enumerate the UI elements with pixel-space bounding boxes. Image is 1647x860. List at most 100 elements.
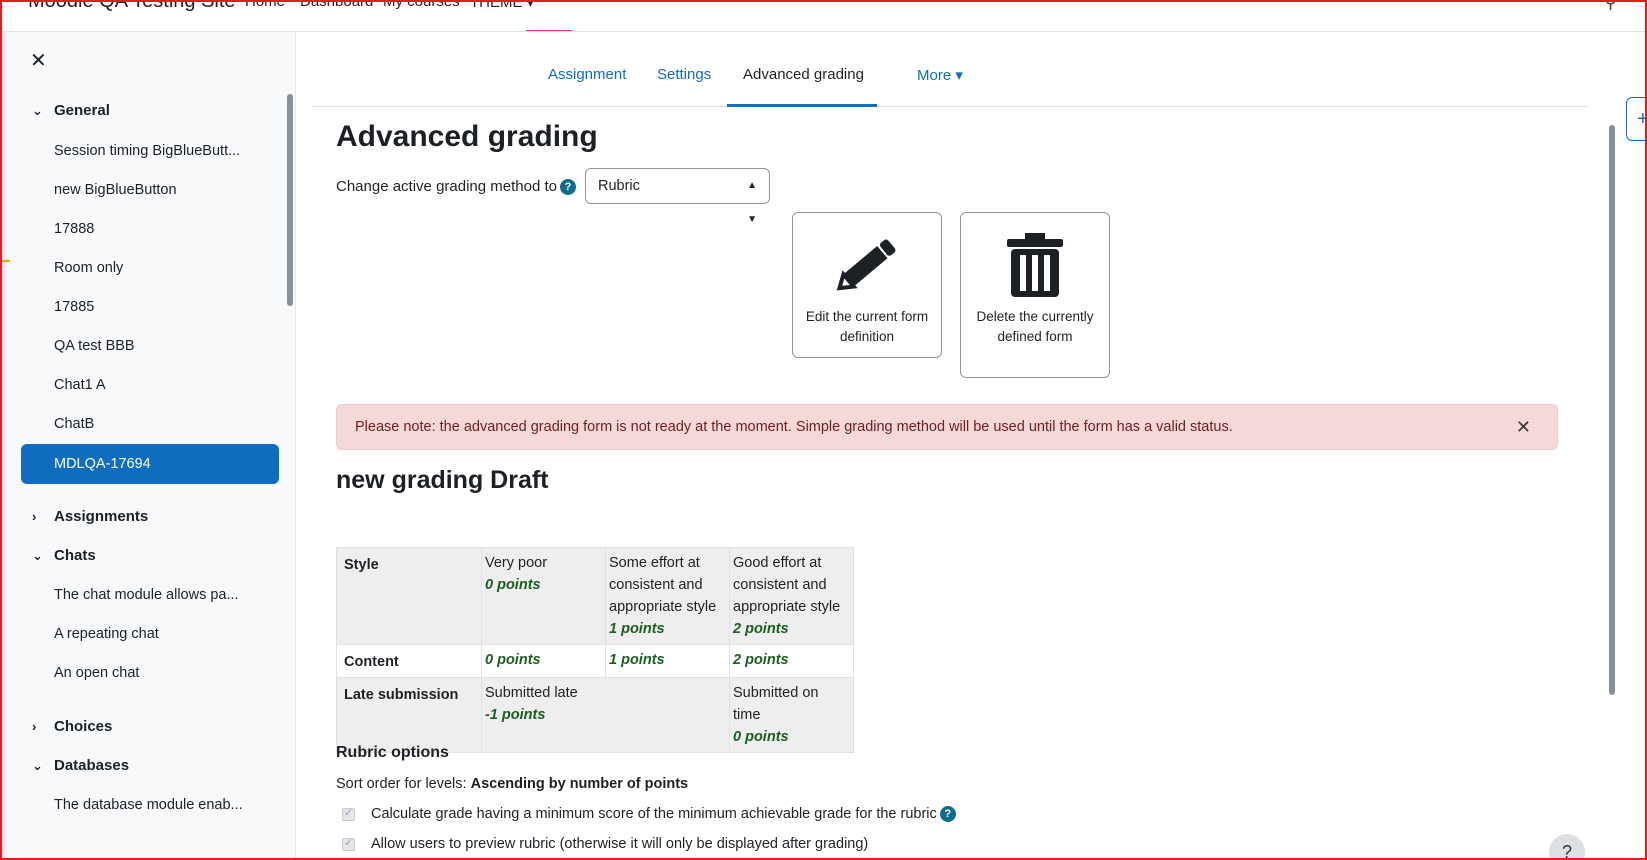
- level-definition: Submitted on time: [733, 685, 819, 723]
- nav-home[interactable]: Home: [245, 0, 285, 10]
- course-item[interactable]: new BigBlueButton: [54, 182, 177, 198]
- tab-settings[interactable]: Settings: [657, 66, 711, 83]
- close-alert-icon[interactable]: ✕: [1516, 405, 1531, 449]
- tab-assignment[interactable]: Assignment: [548, 66, 626, 83]
- sort-label: Sort order for levels:: [336, 776, 467, 792]
- course-item[interactable]: The chat module allows pa...: [54, 587, 239, 603]
- rubric-level: Some effort at consistent and appropriat…: [605, 547, 730, 645]
- level-points: 1 points: [609, 621, 665, 637]
- section-choices[interactable]: › Choices: [32, 718, 112, 735]
- course-item[interactable]: Chat1 A: [54, 377, 106, 393]
- section-databases[interactable]: ⌄ Databases: [32, 757, 129, 774]
- level-definition: Good effort at consistent and appropriat…: [733, 555, 841, 615]
- level-definition: Some effort at consistent and appropriat…: [609, 555, 717, 615]
- help-icon[interactable]: ?: [559, 178, 576, 195]
- chevron-right-icon[interactable]: ›: [32, 719, 54, 734]
- option-label: Allow users to preview rubric (otherwise…: [371, 836, 869, 852]
- course-item[interactable]: Room only: [54, 260, 123, 276]
- trash-icon: [1007, 233, 1063, 297]
- delete-form-label: Delete the currently defined form: [976, 309, 1094, 344]
- warning-alert: Please note: the advanced grading form i…: [336, 404, 1558, 450]
- select-arrows-icon: ▲ ▼: [747, 180, 757, 225]
- nav-my-courses[interactable]: My courses: [383, 0, 460, 10]
- rubric-criterion-row: Content 0 points 1 points 2 points: [336, 644, 854, 678]
- site-name[interactable]: Moodle QA Testing Site: [28, 0, 236, 13]
- main-content: Assignment Settings Advanced grading Mor…: [296, 32, 1606, 860]
- top-navbar: Moodle QA Testing Site Home Dashboard My…: [0, 0, 1647, 32]
- grading-method-label: Change active grading method to ?: [336, 178, 576, 195]
- level-definition: Submitted late: [485, 685, 578, 701]
- search-icon[interactable]: ⚲: [1604, 0, 1617, 13]
- section-chats[interactable]: ⌄ Chats: [32, 547, 96, 564]
- course-item[interactable]: QA test BBB: [54, 338, 135, 354]
- secondary-navigation: Assignment Settings Advanced grading Mor…: [312, 32, 1588, 107]
- rubric-level: Good effort at consistent and appropriat…: [729, 547, 854, 645]
- rubric-level: Submitted on time 0 points: [729, 677, 854, 753]
- alert-text: Please note: the advanced grading form i…: [355, 419, 1233, 435]
- section-label: Chats: [54, 547, 96, 564]
- level-points: 1 points: [609, 652, 665, 668]
- rubric-criterion-row: Style Very poor 0 points Some effort at …: [336, 547, 854, 645]
- course-item[interactable]: An open chat: [54, 665, 139, 681]
- close-drawer-button[interactable]: ✕: [30, 48, 47, 73]
- course-item-active[interactable]: MDLQA-17694: [21, 444, 279, 484]
- section-label: Assignments: [54, 508, 149, 525]
- rubric-level: Very poor 0 points: [481, 547, 606, 645]
- grading-method-select[interactable]: Rubric ▲ ▼: [585, 168, 770, 225]
- help-icon[interactable]: ?: [939, 806, 956, 822]
- open-block-drawer-button[interactable]: +: [1626, 97, 1647, 141]
- edit-form-button[interactable]: Edit the current form definition: [792, 212, 942, 358]
- level-definition: Very poor: [485, 555, 548, 571]
- sort-order: Sort order for levels: Ascending by numb…: [336, 776, 688, 792]
- rubric-table: Style Very poor 0 points Some effort at …: [336, 547, 854, 753]
- drawer-scrollbar[interactable]: [287, 94, 293, 306]
- level-points: 2 points: [733, 652, 789, 668]
- rubric-options-title: Rubric options: [336, 744, 449, 761]
- option-preview-rubric: Allow users to preview rubric (otherwise…: [342, 836, 868, 852]
- rubric-level: 2 points: [729, 644, 854, 678]
- course-item[interactable]: ChatB: [54, 416, 94, 432]
- level-points: -1 points: [485, 707, 546, 723]
- rubric-level: 0 points: [481, 644, 606, 678]
- delete-form-button[interactable]: Delete the currently defined form: [960, 212, 1110, 378]
- course-item[interactable]: Session timing BigBlueButt...: [54, 143, 240, 159]
- sort-value: Ascending by number of points: [470, 776, 689, 792]
- checkbox[interactable]: [342, 836, 355, 851]
- course-item[interactable]: 17885: [54, 299, 94, 315]
- course-item[interactable]: A repeating chat: [54, 626, 159, 642]
- pencil-icon: [836, 239, 896, 291]
- section-general[interactable]: ⌄ General: [32, 102, 110, 119]
- chevron-down-icon[interactable]: ⌄: [32, 548, 54, 564]
- active-tab-underline: [727, 104, 877, 107]
- section-label: General: [54, 102, 110, 119]
- rubric-level: 1 points: [605, 644, 730, 678]
- level-points: 2 points: [733, 621, 789, 637]
- chevron-down-icon[interactable]: ⌄: [32, 103, 54, 119]
- tab-more[interactable]: More ▾: [917, 66, 963, 84]
- nav-dashboard[interactable]: Dashboard: [300, 0, 373, 10]
- section-label: Choices: [54, 718, 113, 735]
- criterion-name: Late submission: [336, 677, 482, 753]
- option-min-grade: Calculate grade having a minimum score o…: [342, 806, 956, 822]
- checkbox[interactable]: [342, 806, 355, 821]
- chevron-down-icon[interactable]: ⌄: [32, 758, 54, 774]
- page-scrollbar[interactable]: [1609, 125, 1615, 695]
- chevron-right-icon[interactable]: ›: [32, 509, 54, 524]
- criterion-name: Content: [336, 644, 482, 678]
- section-assignments[interactable]: › Assignments: [32, 508, 148, 525]
- nav-theme[interactable]: THEME ▾: [470, 0, 534, 11]
- option-label: Calculate grade having a minimum score o…: [371, 806, 937, 822]
- level-points: 0 points: [733, 729, 789, 745]
- drawer-marker: [0, 260, 10, 262]
- drawer-edge: [0, 32, 6, 860]
- tab-advanced-grading[interactable]: Advanced grading: [743, 66, 864, 83]
- level-points: 0 points: [485, 577, 541, 593]
- criterion-name: Style: [336, 547, 482, 645]
- rubric-level: Submitted late -1 points: [481, 677, 730, 753]
- course-item[interactable]: The database module enab...: [54, 797, 243, 813]
- form-title: new grading Draft: [336, 466, 549, 494]
- edit-form-label: Edit the current form definition: [805, 309, 929, 344]
- course-item[interactable]: 17888: [54, 221, 94, 237]
- rubric-criterion-row: Late submission Submitted late -1 points…: [336, 677, 854, 753]
- page-title: Advanced grading: [336, 120, 598, 153]
